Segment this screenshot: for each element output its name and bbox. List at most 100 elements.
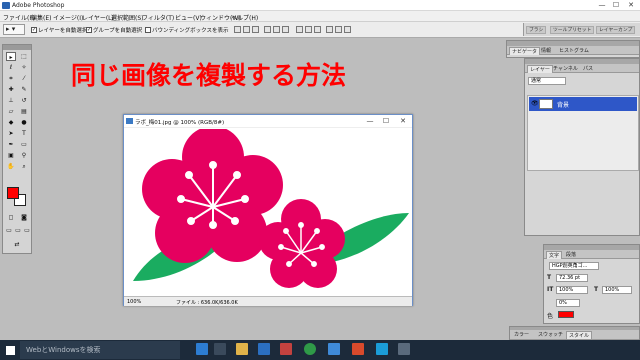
document-minimize-button[interactable]: — bbox=[365, 117, 375, 125]
dodge-tool-icon[interactable]: ● bbox=[19, 118, 29, 127]
visibility-eye-icon[interactable]: 👁 bbox=[531, 100, 539, 107]
crop-tool-icon[interactable]: ⌗ bbox=[6, 74, 16, 83]
screen-mode-full-icon[interactable]: ▭ bbox=[22, 226, 32, 235]
windows-start-icon[interactable] bbox=[6, 346, 15, 355]
photoshop-app: Adobe Photoshop — ☐ ✕ ファイル(F) 編集(E) イメージ… bbox=[0, 0, 640, 340]
document-title-bar[interactable]: ラボ_梅01.jpg @ 100% (RGB/8#) — ☐ ✕ bbox=[124, 115, 412, 128]
hand-tool-icon[interactable]: ✋ bbox=[6, 162, 16, 171]
distribute-top-icon[interactable] bbox=[296, 26, 303, 33]
bounding-box-checkbox[interactable]: バウンディングボックスを表示 bbox=[145, 26, 228, 34]
foreground-color-swatch[interactable] bbox=[7, 187, 19, 199]
distribute-bottom-icon[interactable] bbox=[314, 26, 321, 33]
eraser-tool-icon[interactable]: ▱ bbox=[6, 107, 16, 116]
menu-view[interactable]: ビュー(V) bbox=[175, 13, 202, 22]
chrome-icon[interactable] bbox=[304, 343, 316, 355]
brush-tool-icon[interactable]: ✎ bbox=[19, 85, 29, 94]
lasso-tool-icon[interactable]: ℓ bbox=[6, 63, 16, 72]
horizontal-scale-field[interactable]: 100% bbox=[602, 286, 632, 294]
distribute-hcenter-icon[interactable] bbox=[335, 26, 342, 33]
layer-row-background[interactable]: 👁 背景 bbox=[529, 97, 637, 111]
pen-tool-icon[interactable]: ✒ bbox=[6, 140, 16, 149]
menu-select[interactable]: 選択範囲(S) bbox=[111, 13, 144, 22]
align-vcenter-icon[interactable] bbox=[243, 26, 250, 33]
type-tool-icon[interactable]: T bbox=[19, 129, 29, 138]
distribute-left-icon[interactable] bbox=[326, 26, 333, 33]
eyedropper-icon[interactable]: ⚲ bbox=[19, 151, 29, 160]
font-family-select[interactable]: HGP創英角ゴ... bbox=[549, 262, 599, 270]
align-top-icon[interactable] bbox=[234, 26, 241, 33]
palette-tab-layer-comps[interactable]: レイヤーカンプ bbox=[596, 26, 636, 34]
plum-blossom-illustration bbox=[133, 129, 409, 288]
align-left-icon[interactable] bbox=[264, 26, 271, 33]
distribute-right-icon[interactable] bbox=[344, 26, 351, 33]
close-button[interactable]: ✕ bbox=[625, 1, 637, 10]
align-right-icon[interactable] bbox=[282, 26, 289, 33]
magic-wand-icon[interactable]: ✧ bbox=[19, 63, 29, 72]
document-maximize-button[interactable]: ☐ bbox=[381, 117, 391, 125]
zoom-tool-icon[interactable]: ⌕ bbox=[19, 162, 29, 171]
tab-info[interactable]: 情報 bbox=[539, 47, 553, 55]
text-color-swatch[interactable] bbox=[558, 311, 574, 318]
auto-select-group-checkbox[interactable]: ✓ グループを自動選択 bbox=[86, 26, 142, 34]
tab-paragraph[interactable]: 段落 bbox=[564, 251, 578, 259]
menu-edit[interactable]: 編集(E) bbox=[31, 13, 51, 22]
zoom-level[interactable]: 100% bbox=[127, 299, 141, 305]
blend-mode-select[interactable]: 通常 bbox=[528, 77, 566, 85]
tab-paths[interactable]: パス bbox=[581, 65, 595, 73]
tab-layers[interactable]: レイヤー bbox=[527, 65, 553, 73]
maximize-button[interactable]: ☐ bbox=[610, 1, 622, 10]
menu-layer[interactable]: レイヤー(L) bbox=[82, 13, 114, 22]
edge-icon[interactable] bbox=[196, 343, 208, 355]
font-size-field[interactable]: 72.36 pt bbox=[556, 274, 588, 282]
move-tool-icon: ▸ bbox=[6, 25, 10, 33]
move-tool-icon[interactable]: ▸ bbox=[6, 52, 16, 61]
align-bottom-icon[interactable] bbox=[252, 26, 259, 33]
taskbar-search-box[interactable]: WebとWindowsを検索 bbox=[20, 341, 180, 359]
standard-mode-icon[interactable]: ◻ bbox=[6, 213, 16, 222]
palette-tab-tool-presets[interactable]: ツールプリセット bbox=[550, 26, 595, 34]
app-grey-icon[interactable] bbox=[398, 343, 410, 355]
document-window[interactable]: ラボ_梅01.jpg @ 100% (RGB/8#) — ☐ ✕ 100% ファ… bbox=[123, 114, 413, 306]
tsume-field[interactable]: 0% bbox=[556, 299, 580, 307]
notes-tool-icon[interactable]: ▣ bbox=[6, 151, 16, 160]
path-select-icon[interactable]: ➤ bbox=[6, 129, 16, 138]
task-view-icon[interactable] bbox=[214, 343, 226, 355]
marquee-tool-icon[interactable]: ⬚ bbox=[19, 52, 29, 61]
distribute-vcenter-icon[interactable] bbox=[305, 26, 312, 33]
tool-preset-picker[interactable]: ▸ ▾ bbox=[3, 24, 25, 35]
quick-mask-icon[interactable]: ◙ bbox=[19, 213, 29, 222]
clone-stamp-icon[interactable]: ⊥ bbox=[6, 96, 16, 105]
align-hcenter-icon[interactable] bbox=[273, 26, 280, 33]
tab-channels[interactable]: チャンネル bbox=[551, 65, 580, 73]
document-close-button[interactable]: ✕ bbox=[398, 117, 408, 125]
tab-histogram[interactable]: ヒストグラム bbox=[557, 47, 591, 55]
minimize-button[interactable]: — bbox=[596, 1, 608, 10]
auto-select-layer-checkbox[interactable]: ✓ レイヤーを自動選択 bbox=[31, 26, 87, 34]
palette-well: ブラシ ツールプリセット レイヤーカンプ bbox=[523, 23, 640, 36]
app-orange-icon[interactable] bbox=[352, 343, 364, 355]
tab-navigator[interactable]: ナビゲータ bbox=[509, 47, 541, 55]
shape-tool-icon[interactable]: ▭ bbox=[19, 140, 29, 149]
vertical-scale-field[interactable]: 100% bbox=[556, 286, 588, 294]
file-explorer-icon[interactable] bbox=[236, 343, 248, 355]
layer-thumbnail bbox=[539, 99, 553, 109]
history-brush-icon[interactable]: ↺ bbox=[19, 96, 29, 105]
palette-tab-brushes[interactable]: ブラシ bbox=[526, 26, 547, 34]
tab-swatches[interactable]: スウォッチ bbox=[536, 331, 565, 339]
menu-filter[interactable]: フィルタ(T) bbox=[142, 13, 174, 22]
photoshop-taskbar-icon[interactable] bbox=[328, 343, 340, 355]
tab-color[interactable]: カラー bbox=[512, 331, 531, 339]
menu-help[interactable]: ヘルプ(H) bbox=[231, 13, 258, 22]
app-red-icon[interactable] bbox=[280, 343, 292, 355]
tab-character[interactable]: 文字 bbox=[546, 251, 563, 259]
store-icon[interactable] bbox=[258, 343, 270, 355]
image-canvas[interactable] bbox=[125, 129, 411, 295]
gradient-tool-icon[interactable]: ▤ bbox=[19, 107, 29, 116]
slice-tool-icon[interactable]: ⁄ bbox=[19, 74, 29, 83]
menu-image[interactable]: イメージ(I) bbox=[53, 13, 83, 22]
jump-to-imageready-icon[interactable]: ⇄ bbox=[12, 240, 22, 249]
skype-icon[interactable] bbox=[376, 343, 388, 355]
healing-brush-icon[interactable]: ✚ bbox=[6, 85, 16, 94]
blur-tool-icon[interactable]: ◆ bbox=[6, 118, 16, 127]
tab-styles[interactable]: スタイル bbox=[566, 331, 593, 339]
